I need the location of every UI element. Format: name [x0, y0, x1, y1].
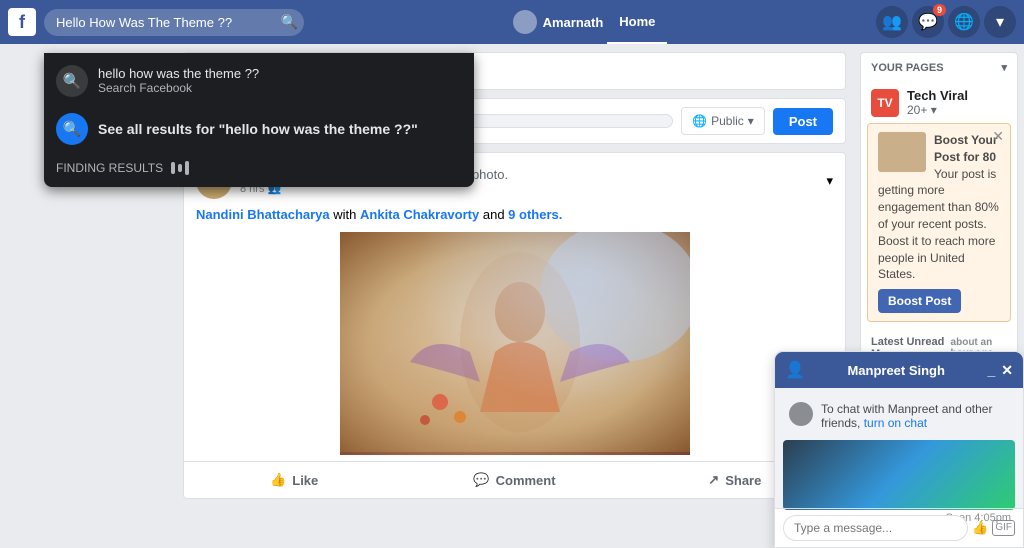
like-button[interactable]: 👍 Like [184, 464, 404, 496]
page-notifications: 20+ ▾ [907, 103, 968, 117]
your-pages-header: YOUR PAGES ▾ [861, 53, 1017, 82]
user-profile-link[interactable]: Amarnath [513, 10, 604, 34]
public-label: Public [711, 114, 744, 128]
like-label: Like [292, 473, 318, 488]
notification-badge: 9 [933, 4, 946, 16]
chat-notice-text: To chat with Manpreet and other friends,… [821, 402, 1009, 430]
post-card: Nandini Bhattacharya was tagged in a pho… [183, 152, 846, 499]
post-button[interactable]: Post [773, 108, 833, 135]
chat-body: To chat with Manpreet and other friends,… [775, 388, 1023, 508]
share-icon: ↗ [708, 472, 719, 488]
thumbs-up-icon[interactable]: 👍 [972, 520, 988, 536]
logo-letter: f [19, 12, 25, 33]
home-link[interactable]: Home [607, 0, 667, 44]
topnav-center: Amarnath Home [304, 0, 876, 44]
user-avatar [513, 10, 537, 34]
pages-collapse-arrow[interactable]: ▾ [1001, 61, 1007, 74]
share-label: Share [725, 473, 761, 488]
comment-label: Comment [496, 473, 556, 488]
notifications-button[interactable]: 🌐 [948, 6, 980, 38]
chat-header: 👤 Manpreet Singh _ ✕ [775, 352, 1023, 388]
loading-indicator [171, 161, 189, 175]
comment-icon: 💬 [473, 472, 489, 488]
turn-on-chat-link[interactable]: turn on chat [864, 416, 927, 430]
top-navigation: f 🔍 🔍 hello how was the theme ?? Search … [0, 0, 1024, 44]
post-body-text: Nandini Bhattacharya with Ankita Chakrav… [184, 203, 845, 226]
chat-message-input[interactable] [783, 515, 968, 541]
chat-close-button[interactable]: ✕ [1001, 362, 1013, 379]
chat-minimize-button[interactable]: _ [987, 362, 995, 379]
account-menu-button[interactable]: ▾ [984, 6, 1016, 38]
search-bar: 🔍 🔍 hello how was the theme ?? Search Fa… [44, 9, 304, 36]
page-name: Tech Viral [907, 88, 968, 103]
finding-results-bar: FINDING RESULTS [44, 153, 474, 183]
chat-avatar-small: 👤 [785, 360, 805, 380]
boost-close-button[interactable]: ✕ [992, 128, 1004, 145]
page-thumbnail: TV [871, 89, 899, 117]
post-options-chevron[interactable]: ▾ [826, 173, 833, 189]
search-suggestion-icon-1: 🔍 [56, 65, 88, 97]
bell-icon: 🌐 [954, 12, 974, 32]
search-suggestion-text-1: hello how was the theme ?? Search Facebo… [98, 66, 259, 95]
post-image-svg [340, 232, 690, 452]
user-name: Amarnath [543, 15, 604, 30]
friend-icon: 👥 [882, 12, 902, 32]
privacy-selector[interactable]: 🌐 Public ▾ [681, 107, 765, 135]
post-actions: 👍 Like 💬 Comment ↗ Share [184, 461, 845, 498]
chat-notice-icon [789, 402, 813, 426]
dropdown-arrow: ▾ [748, 114, 754, 128]
chat-image [783, 440, 1015, 510]
like-icon: 👍 [270, 472, 286, 488]
chat-send-icons: 👍 GIF [972, 520, 1015, 536]
search-input[interactable] [44, 9, 304, 36]
globe-icon: 🌐 [692, 114, 707, 128]
search-dropdown: 🔍 hello how was the theme ?? Search Face… [44, 53, 474, 187]
chevron-down-icon: ▾ [996, 12, 1004, 32]
facebook-logo[interactable]: f [8, 8, 36, 36]
chat-user-name: Manpreet Singh [847, 363, 945, 378]
chat-panel: 👤 Manpreet Singh _ ✕ To chat with Manpre… [774, 351, 1024, 548]
page-row[interactable]: TV Tech Viral 20+ ▾ [861, 82, 1017, 123]
chat-header-icons: _ ✕ [987, 362, 1013, 379]
messages-button[interactable]: 💬 9 [912, 6, 944, 38]
search-all-results[interactable]: 🔍 See all results for "hello how was the… [44, 105, 474, 153]
post-author-link[interactable]: Nandini Bhattacharya [196, 207, 330, 222]
post-others-link[interactable]: 9 others. [508, 207, 562, 222]
post-image [340, 232, 690, 455]
search-suggestion-1[interactable]: 🔍 hello how was the theme ?? Search Face… [44, 57, 474, 105]
turn-on-chat-notice: To chat with Manpreet and other friends,… [783, 396, 1015, 436]
post-tagged-link[interactable]: Ankita Chakravorty [360, 207, 479, 222]
search-icon[interactable]: 🔍 [281, 14, 298, 31]
friend-requests-button[interactable]: 👥 [876, 6, 908, 38]
comment-button[interactable]: 💬 Comment [404, 464, 624, 496]
gif-icon[interactable]: GIF [992, 520, 1015, 536]
boost-card: ✕ Boost Your Post for 80 Your post is ge… [867, 123, 1011, 322]
your-pages-label: YOUR PAGES [871, 62, 944, 74]
topnav-icon-group: 👥 💬 9 🌐 ▾ [876, 6, 1016, 38]
boost-post-button[interactable]: Boost Post [878, 289, 961, 313]
boost-thumbnail [878, 132, 926, 172]
search-all-icon: 🔍 [56, 113, 88, 145]
